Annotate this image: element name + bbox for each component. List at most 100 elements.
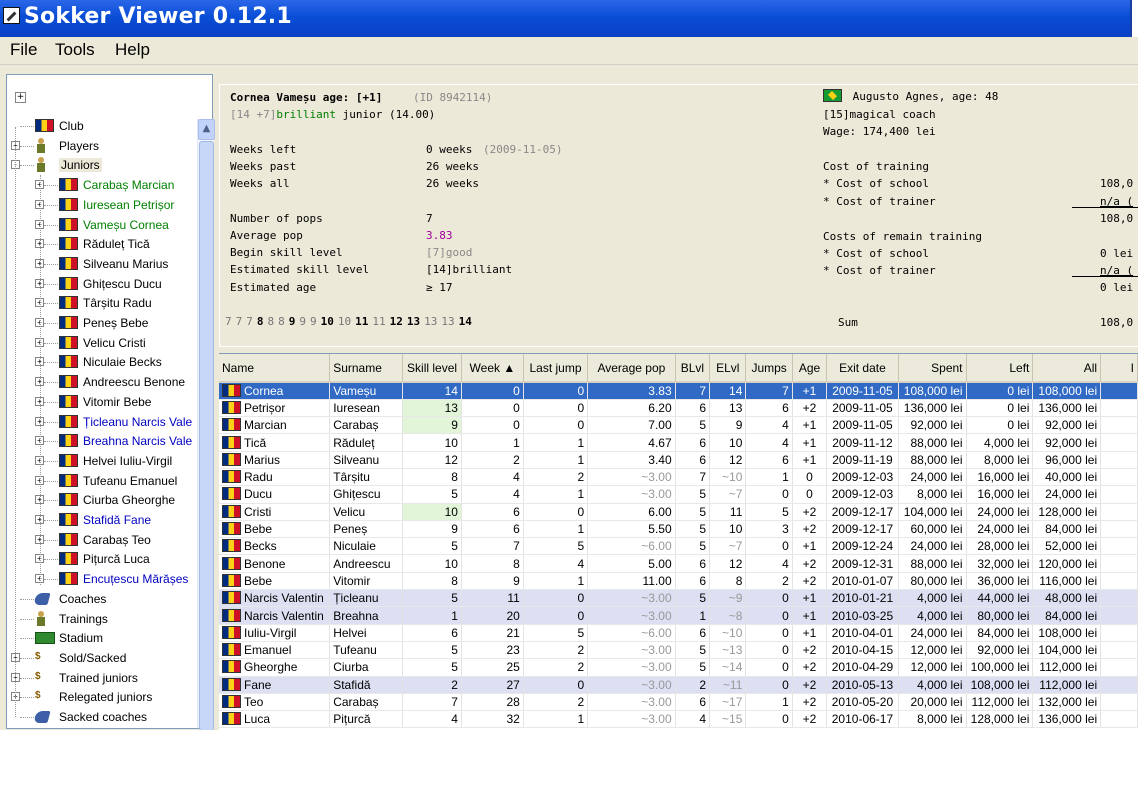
tree-node[interactable]: - Juniors: [7, 156, 195, 175]
tree-node[interactable]: + Niculaie Becks: [7, 353, 195, 372]
table-row[interactable]: Cristi Velicu 10 6 0 6.00 5 11 5 +2 2009-12-17 104,…: [219, 503, 1138, 521]
tree-node[interactable]: + Andreescu Benone: [7, 373, 195, 392]
tree-node[interactable]: + Vameșu Cornea: [7, 216, 195, 235]
column-header[interactable]: BLvl: [675, 354, 711, 383]
tree-node[interactable]: + Vitomir Bebe: [7, 393, 195, 412]
title-bar[interactable]: Sokker Viewer 0.12.1: [0, 0, 1138, 37]
tree-node[interactable]: + Iuresean Petrișor: [7, 196, 195, 215]
tree-node[interactable]: + Carabaș Teo: [7, 531, 195, 550]
table-row[interactable]: Luca Pițurcă 4 32 1 ~3.00 4 ~15 0 +2 2010-06-17 8,0…: [219, 710, 1138, 729]
tree-connector: [44, 422, 58, 423]
tree-node[interactable]: + Tufeanu Emanuel: [7, 472, 195, 491]
tree-node[interactable]: + Peneș Bebe: [7, 314, 195, 333]
table-cell: [1100, 468, 1138, 487]
menu-file[interactable]: File: [8, 40, 39, 60]
table-cell: 6: [745, 399, 793, 418]
cost-training-total: 108,0: [1100, 212, 1134, 225]
column-header[interactable]: Jumps: [745, 354, 793, 383]
table-row[interactable]: Bebe Peneș 9 6 1 5.50 5 10 3 +2 2009-12-17 60,000 l…: [219, 520, 1138, 539]
table-row[interactable]: Gheorghe Ciurba 5 25 2 ~3.00 5 ~14 0 +2 2010-04-29…: [219, 658, 1138, 677]
table-cell: 2010-05-13: [826, 676, 899, 694]
scroll-up-button[interactable]: ▲: [198, 119, 215, 140]
tree-connector: [20, 619, 34, 620]
column-header[interactable]: Last jump: [523, 354, 589, 383]
tree-node[interactable]: + Carabaș Marcian: [7, 176, 195, 195]
table-row[interactable]: Cornea Vameșu 14 0 0 3.83 7 14 7 +1 2009-11-05 108,…: [219, 382, 1138, 400]
column-header[interactable]: Age: [792, 354, 828, 383]
table-row[interactable]: Narcis Valentin Țicleanu 5 11 0 ~3.00 5 ~9 0 +1 20…: [219, 589, 1138, 608]
tree-node[interactable]: + Târșitu Radu: [7, 294, 195, 313]
table-row[interactable]: Marcian Carabaș 9 0 0 7.00 5 9 4 +1 2009-11-05 92,0…: [219, 416, 1138, 435]
table-row[interactable]: Fane Stafidă 2 27 0 ~3.00 2 ~11 0 +2 2010-05-13 4,0…: [219, 676, 1138, 694]
expand-all-button[interactable]: +: [15, 92, 26, 103]
tree-node[interactable]: + Encuțescu Mărășes: [7, 570, 195, 589]
table-row[interactable]: Benone Andreescu 10 8 4 5.00 6 12 4 +2 2009-12-31 8…: [219, 554, 1138, 573]
tree-node[interactable]: Sacked coaches: [7, 708, 195, 727]
table-cell: 6: [675, 399, 711, 418]
remain-trainer-label: * Cost of trainer: [823, 264, 936, 277]
column-header[interactable]: Exit date: [826, 354, 899, 383]
tree-node[interactable]: + Helvei Iuliu-Virgil: [7, 452, 195, 471]
skill-sequence-value: 7: [235, 315, 243, 328]
tree-node[interactable]: + Pițurcă Luca: [7, 550, 195, 569]
weeks-all-value: 26 weeks: [426, 177, 479, 190]
column-header[interactable]: Left: [966, 354, 1034, 383]
table-cell: ~3.00: [587, 641, 676, 660]
tree-scrollbar[interactable]: ▲: [197, 119, 215, 731]
table-cell: Tufeanu: [329, 641, 404, 660]
table-cell: 0: [745, 676, 793, 694]
tree-node[interactable]: + Players: [7, 137, 195, 156]
table-row[interactable]: Tică Răduleț 10 1 1 4.67 6 10 4 +1 2009-11-12 88,00…: [219, 433, 1138, 452]
weeks-left-label: Weeks left: [230, 143, 297, 156]
tree-node[interactable]: Club: [7, 117, 195, 136]
column-header[interactable]: All: [1032, 354, 1102, 383]
tree-connector: [44, 481, 58, 482]
table-row[interactable]: Marius Silveanu 12 2 1 3.40 6 12 6 +1 2009-11-19 88…: [219, 451, 1138, 469]
tree-node-label: Silveanu Marius: [83, 257, 169, 271]
column-header[interactable]: Week ▲: [461, 354, 524, 383]
remain-school-label: * Cost of school: [823, 247, 929, 260]
table-cell: [1100, 589, 1138, 608]
table-row[interactable]: Petrișor Iuresean 13 0 0 6.20 6 13 6 +2 2009-11-05…: [219, 399, 1138, 418]
tree-node[interactable]: + $ Trained juniors: [7, 669, 195, 688]
column-header[interactable]: I: [1100, 354, 1138, 383]
table-row[interactable]: Bebe Vitomir 8 9 1 11.00 6 8 2 +2 2010-01-07 80,000…: [219, 572, 1138, 591]
table-row[interactable]: Teo Carabaș 7 28 2 ~3.00 6 ~17 1 +2 2010-05-20 20,0…: [219, 693, 1138, 712]
table-row[interactable]: Emanuel Tufeanu 5 23 2 ~3.00 5 ~13 0 +2 2010-04-15…: [219, 641, 1138, 660]
tree-node[interactable]: + Velicu Cristi: [7, 334, 195, 353]
column-header[interactable]: Average pop: [587, 354, 676, 383]
tree-node-label: Țicleanu Narcis Vale: [83, 415, 193, 429]
tree-node[interactable]: Trainings: [7, 610, 195, 629]
tree-node[interactable]: + Stafidă Fane: [7, 511, 195, 530]
tree-node[interactable]: + Breahna Narcis Vale: [7, 432, 195, 451]
tree-node[interactable]: + $ Relegated juniors: [7, 688, 195, 707]
tree-node[interactable]: Coaches: [7, 590, 195, 609]
tree-node[interactable]: + Ciurba Gheorghe: [7, 491, 195, 510]
table-row[interactable]: Ducu Ghițescu 5 4 1 ~3.00 5 ~7 0 0 2009-12-03 8,000…: [219, 485, 1138, 504]
table-cell: 5: [523, 624, 589, 642]
tree-node[interactable]: Stadium: [7, 629, 195, 648]
menu-help[interactable]: Help: [113, 40, 152, 60]
table-row[interactable]: Narcis Valentin Breahna 1 20 0 ~3.00 1 ~8 0 +1 201…: [219, 606, 1138, 625]
column-header[interactable]: ELvl: [709, 354, 747, 383]
tree-node[interactable]: + Ghițescu Ducu: [7, 275, 195, 294]
table-row[interactable]: Becks Niculaie 5 7 5 ~6.00 5 ~7 0 +1 2009-12-24 24,…: [219, 537, 1138, 556]
tree-node[interactable]: + Silveanu Marius: [7, 255, 195, 274]
table-cell: +2: [792, 693, 828, 712]
table-row[interactable]: Radu Târșitu 8 4 2 ~3.00 7 ~10 1 0 2009-12-03 24,00…: [219, 468, 1138, 487]
table-cell: 0: [523, 399, 589, 418]
column-header[interactable]: Spent: [898, 354, 967, 383]
column-header[interactable]: Name: [219, 354, 331, 383]
scroll-thumb[interactable]: [199, 141, 214, 731]
table-cell: 0 lei: [966, 399, 1034, 418]
column-header[interactable]: Surname: [329, 354, 404, 383]
table-cell: 0: [523, 503, 589, 521]
column-header[interactable]: Skill level: [402, 354, 462, 383]
tree-node[interactable]: + Răduleț Tică: [7, 235, 195, 254]
table-cell: ~3.00: [587, 710, 676, 729]
tree-node[interactable]: + Țicleanu Narcis Vale: [7, 413, 195, 432]
tree-node[interactable]: + $ Sold/Sacked: [7, 649, 195, 668]
table-row[interactable]: Iuliu-Virgil Helvei 6 21 5 ~6.00 6 ~10 0 +1 2010-0…: [219, 624, 1138, 642]
menu-tools[interactable]: Tools: [53, 40, 97, 60]
table-cell: 112,000 lei: [966, 693, 1034, 712]
